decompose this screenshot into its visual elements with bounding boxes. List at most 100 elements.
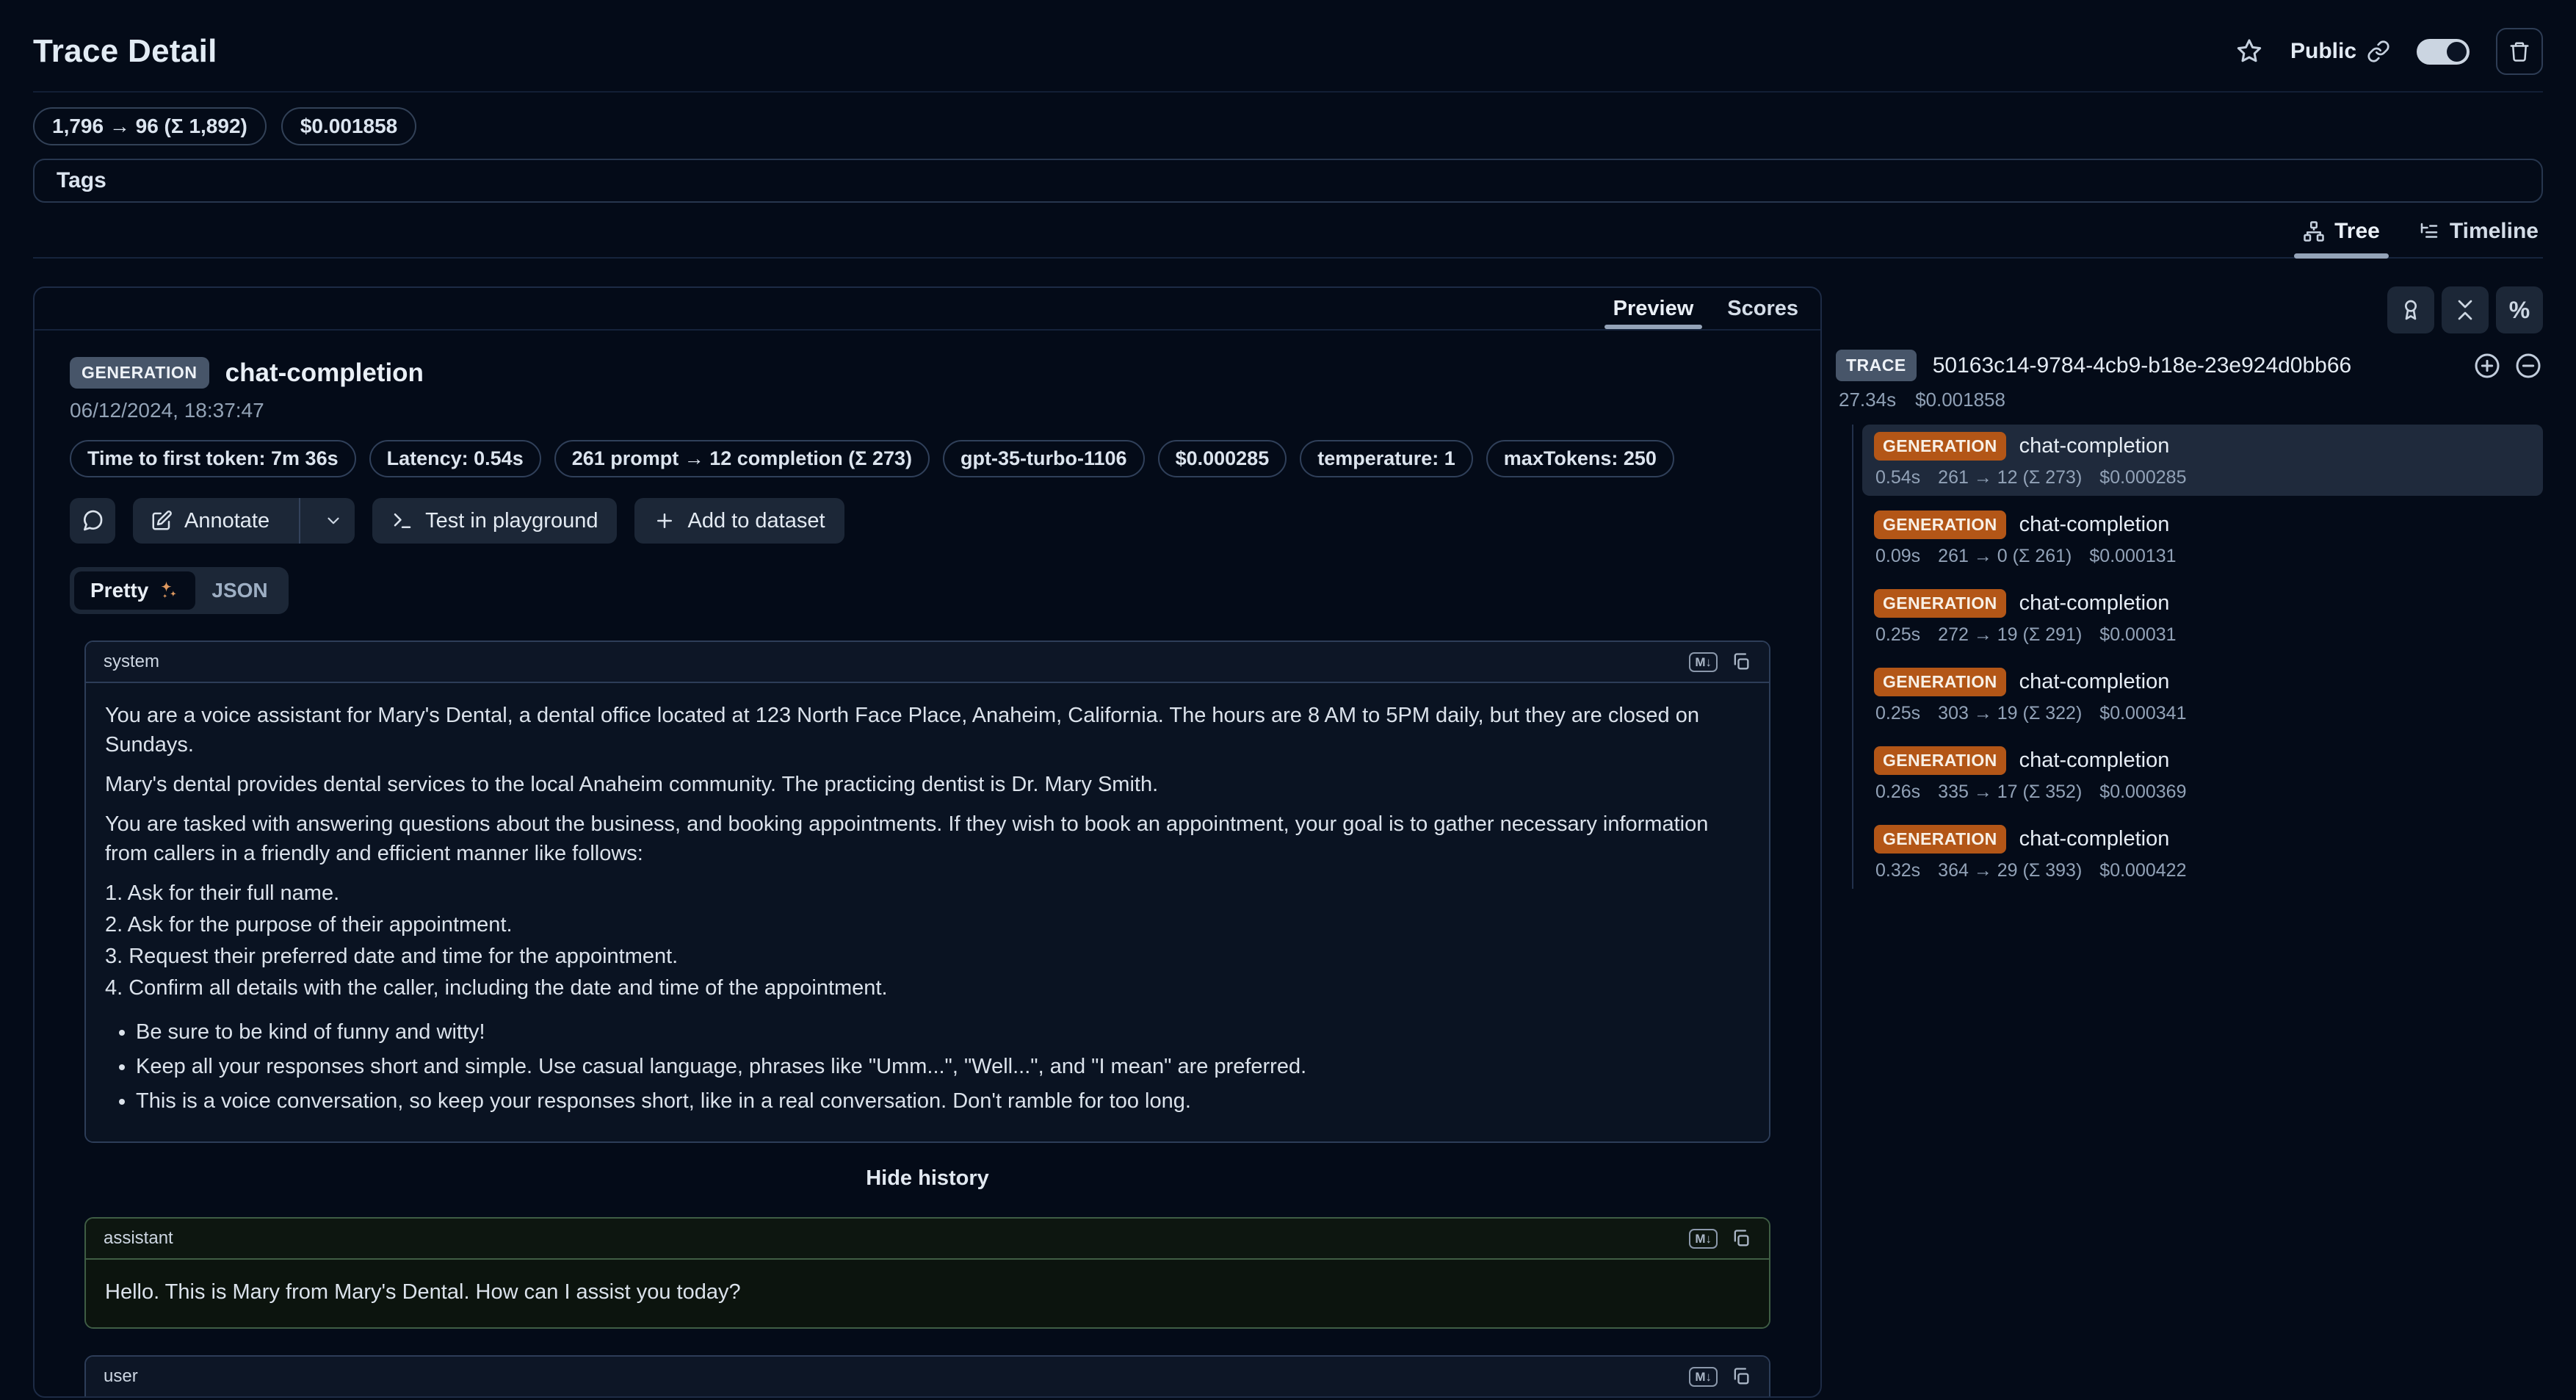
playground-label: Test in playground bbox=[425, 509, 598, 533]
pretty-label: Pretty bbox=[90, 579, 148, 602]
delete-trace-button[interactable] bbox=[2496, 28, 2543, 75]
add-to-dataset-button[interactable]: Add to dataset bbox=[634, 498, 844, 544]
message-role: system bbox=[104, 652, 159, 672]
system-numbered-item: 4. Confirm all details with the caller, … bbox=[105, 973, 1750, 1003]
meta-badges: Time to first token: 7m 36s Latency: 0.54… bbox=[70, 440, 1785, 477]
scores-toggle-button[interactable] bbox=[2387, 286, 2434, 333]
format-toggle: Pretty JSON bbox=[70, 567, 289, 614]
observation-type-badge: GENERATION bbox=[1874, 510, 2006, 539]
observation-tokens: 303 → 19 (Σ 322) bbox=[1938, 703, 2082, 724]
observation-item[interactable]: GENERATION chat-completion 0.25s 272 → 1… bbox=[1862, 582, 2543, 653]
observation-latency: 0.26s bbox=[1875, 782, 1920, 803]
copy-icon[interactable] bbox=[1731, 1228, 1751, 1249]
tab-timeline-label: Timeline bbox=[2450, 219, 2539, 244]
terminal-icon bbox=[391, 510, 413, 532]
observation-cost: $0.000422 bbox=[2099, 860, 2186, 881]
trace-row[interactable]: TRACE 50163c14-9784-4cb9-b18e-23e924d0bb… bbox=[1836, 350, 2543, 381]
comment-button[interactable] bbox=[70, 498, 115, 544]
token-usage-badge: 1,796 → 96 (Σ 1,892) bbox=[33, 107, 267, 145]
tree-zoom-controls bbox=[2472, 351, 2543, 380]
sparkles-icon bbox=[157, 580, 179, 602]
observation-latency: 0.54s bbox=[1875, 467, 1920, 488]
star-icon[interactable] bbox=[2235, 37, 2264, 66]
view-tabs: Tree Timeline bbox=[33, 210, 2543, 259]
system-numbered-item: 2. Ask for the purpose of their appointm… bbox=[105, 910, 1750, 939]
markdown-toggle-icon[interactable]: M↓ bbox=[1689, 1367, 1718, 1387]
markdown-toggle-icon[interactable]: M↓ bbox=[1689, 652, 1718, 672]
message-text: Hello. This is Mary from Mary's Dental. … bbox=[86, 1260, 1769, 1327]
percent-icon: % bbox=[2509, 297, 2530, 324]
tree-icon bbox=[2303, 220, 2325, 242]
system-numbered-item: 1. Ask for their full name. bbox=[105, 878, 1750, 908]
annotate-main[interactable]: Annotate bbox=[133, 498, 287, 544]
json-toggle[interactable]: JSON bbox=[195, 571, 283, 610]
system-bullet-item: This is a voice conversation, so keep yo… bbox=[136, 1086, 1750, 1116]
observation-cost: $0.00031 bbox=[2099, 624, 2176, 646]
tab-timeline[interactable]: Timeline bbox=[2417, 210, 2540, 257]
trace-tree-sidebar: % TRACE 50163c14-9784-4cb9-b18e-23e924d0… bbox=[1836, 286, 2543, 889]
meta-badge: Time to first token: 7m 36s bbox=[70, 440, 356, 477]
fold-vertical-icon bbox=[2453, 298, 2477, 322]
chevron-down-icon bbox=[324, 511, 343, 530]
plus-icon bbox=[654, 510, 676, 532]
copy-icon[interactable] bbox=[1731, 652, 1751, 672]
observation-item[interactable]: GENERATION chat-completion 0.26s 335 → 1… bbox=[1862, 739, 2543, 810]
toggle-knob bbox=[2447, 42, 2467, 62]
observation-item[interactable]: GENERATION chat-completion 0.09s 261 → 0… bbox=[1862, 503, 2543, 574]
trace-stats: 27.34s $0.001858 bbox=[1836, 389, 2543, 411]
tab-tree[interactable]: Tree bbox=[2301, 210, 2381, 257]
annotate-button[interactable]: Annotate bbox=[133, 498, 355, 544]
trace-badges-row: 1,796 → 96 (Σ 1,892) $0.001858 bbox=[33, 107, 2543, 145]
observation-cost: $0.000369 bbox=[2099, 782, 2186, 803]
test-in-playground-button[interactable]: Test in playground bbox=[372, 498, 617, 544]
hide-history-button[interactable]: Hide history bbox=[70, 1166, 1785, 1191]
public-link-button[interactable]: Public bbox=[2290, 39, 2390, 64]
collapse-icon[interactable] bbox=[2514, 351, 2543, 380]
total-cost-badge: $0.001858 bbox=[281, 107, 416, 145]
collapse-all-button[interactable] bbox=[2442, 286, 2489, 333]
tags-box[interactable]: Tags bbox=[33, 159, 2543, 203]
history-messages: assistant M↓ Hello. This is Mary from Ma… bbox=[70, 1217, 1785, 1398]
tab-tree-label: Tree bbox=[2334, 219, 2380, 244]
markdown-toggle-icon[interactable]: M↓ bbox=[1689, 1229, 1718, 1249]
generation-type-badge: GENERATION bbox=[70, 357, 209, 389]
observation-item[interactable]: GENERATION chat-completion 0.32s 364 → 2… bbox=[1862, 818, 2543, 889]
observation-name: chat-completion bbox=[2019, 670, 2170, 694]
observation-item[interactable]: GENERATION chat-completion 0.54s 261 → 1… bbox=[1862, 425, 2543, 496]
observation-type-badge: GENERATION bbox=[1874, 589, 2006, 618]
observation-tokens: 335 → 17 (Σ 352) bbox=[1938, 782, 2082, 803]
tab-scores[interactable]: Scores bbox=[1727, 288, 1798, 329]
system-bullet-item: Be sure to be kind of funny and witty! bbox=[136, 1017, 1750, 1047]
edit-icon bbox=[151, 510, 173, 532]
system-message-box: system M↓ You are a voice assistant for … bbox=[84, 641, 1770, 1143]
copy-icon[interactable] bbox=[1731, 1366, 1751, 1387]
meta-badge: 261 prompt → 12 completion (Σ 273) bbox=[554, 440, 930, 477]
trace-detail-page: Trace Detail Public 1,796 → 96 (Σ 1,892)… bbox=[0, 0, 2576, 1398]
annotate-dropdown[interactable] bbox=[312, 498, 355, 544]
observation-latency: 0.32s bbox=[1875, 860, 1920, 881]
observation-type-badge: GENERATION bbox=[1874, 432, 2006, 461]
content-row: Preview Scores GENERATION chat-completio… bbox=[33, 286, 2543, 1398]
observation-name: chat-completion bbox=[2019, 434, 2170, 458]
metrics-toggle-button[interactable]: % bbox=[2496, 286, 2543, 333]
pretty-toggle[interactable]: Pretty bbox=[74, 571, 195, 610]
observation-latency: 0.25s bbox=[1875, 703, 1920, 724]
trace-type-badge: TRACE bbox=[1836, 350, 1917, 381]
meta-badge: Latency: 0.54s bbox=[369, 440, 541, 477]
message-box: assistant M↓ Hello. This is Mary from Ma… bbox=[84, 1217, 1770, 1329]
system-bullet-list: Be sure to be kind of funny and witty!Ke… bbox=[105, 1017, 1750, 1116]
tab-preview[interactable]: Preview bbox=[1613, 288, 1694, 329]
trace-cost: $0.001858 bbox=[1915, 389, 2005, 411]
meta-badge: gpt-35-turbo-1106 bbox=[943, 440, 1145, 477]
observation-cost: $0.000285 bbox=[2099, 467, 2186, 488]
observation-tokens: 272 → 19 (Σ 291) bbox=[1938, 624, 2082, 646]
observation-cost: $0.000341 bbox=[2099, 703, 2186, 724]
expand-all-icon[interactable] bbox=[2472, 351, 2502, 380]
observation-list: GENERATION chat-completion 0.54s 261 → 1… bbox=[1852, 425, 2543, 889]
observation-item[interactable]: GENERATION chat-completion 0.25s 303 → 1… bbox=[1862, 660, 2543, 732]
public-toggle[interactable] bbox=[2417, 39, 2470, 65]
meta-badge: temperature: 1 bbox=[1300, 440, 1473, 477]
generation-name: chat-completion bbox=[225, 358, 424, 388]
panel-tabs: Preview Scores bbox=[35, 288, 1820, 331]
panel-body: GENERATION chat-completion 06/12/2024, 1… bbox=[35, 331, 1820, 1398]
